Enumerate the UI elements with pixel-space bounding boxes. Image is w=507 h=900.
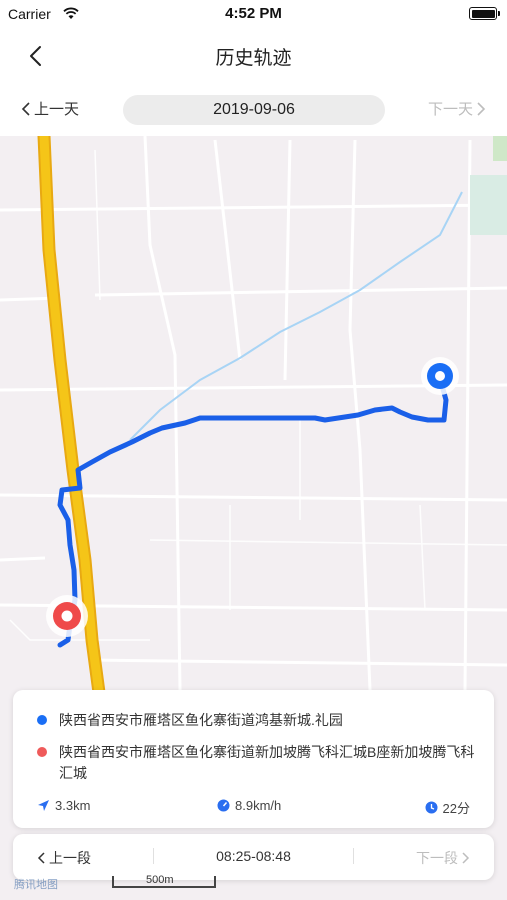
next-segment-button[interactable]: 下一段 (416, 848, 470, 868)
map-logo: 腾讯地图 (14, 879, 58, 891)
green-area (470, 175, 507, 235)
chevron-right-icon (477, 101, 486, 116)
end-address-row: 陕西省西安市雁塔区鱼化寨街道新加坡腾飞科汇城B座新加坡腾飞科汇城 (37, 742, 476, 784)
navigation-arrow-icon (38, 800, 49, 811)
prev-day-label: 上一天 (34, 101, 80, 118)
date-selector: 上一天 2019-09-06 下一天 (0, 84, 507, 136)
trip-stats: 3.3km 8.9km/h 22分 (37, 798, 470, 818)
battery-icon (469, 7, 500, 20)
clock-icon (425, 801, 438, 814)
trip-info-card: 陕西省西安市雁塔区鱼化寨街道鸿基新城.礼园 陕西省西安市雁塔区鱼化寨街道新加坡腾… (13, 690, 494, 828)
speedometer-icon (217, 799, 230, 812)
start-dot-icon (37, 715, 47, 725)
scale-label: 500m (146, 874, 174, 886)
date-picker[interactable]: 2019-09-06 (123, 95, 385, 125)
chevron-right-icon (462, 852, 470, 864)
status-bar: Carrier 4:52 PM (0, 0, 507, 28)
river (129, 191, 463, 441)
nav-bar: 历史轨迹 (0, 28, 507, 84)
clock-time: 4:52 PM (225, 5, 282, 22)
distance-value: 3.3km (55, 798, 91, 813)
divider (353, 848, 354, 864)
page-title: 历史轨迹 (215, 48, 292, 69)
prev-day-button[interactable]: 上一天 (20, 98, 79, 119)
duration-stat: 22分 (425, 798, 470, 817)
next-day-label: 下一天 (427, 101, 473, 118)
segment-navigator: 上一段 08:25-08:48 下一段 (13, 834, 494, 880)
speed-value: 8.9km/h (235, 798, 282, 813)
end-dot-icon (37, 747, 47, 757)
start-address: 陕西省西安市雁塔区鱼化寨街道鸿基新城.礼园 (59, 712, 343, 728)
chevron-left-icon (21, 101, 30, 116)
end-marker[interactable] (46, 595, 88, 637)
next-day-button[interactable]: 下一天 (428, 98, 487, 119)
distance-stat: 3.3km (37, 798, 90, 813)
start-marker[interactable] (421, 357, 459, 395)
next-segment-label: 下一段 (416, 850, 458, 866)
start-address-row: 陕西省西安市雁塔区鱼化寨街道鸿基新城.礼园 (37, 710, 476, 731)
end-address: 陕西省西安市雁塔区鱼化寨街道新加坡腾飞科汇城B座新加坡腾飞科汇城 (59, 744, 475, 781)
duration-value: 22分 (442, 801, 470, 816)
green-area-corner (493, 136, 507, 161)
speed-stat: 8.9km/h (217, 798, 281, 813)
